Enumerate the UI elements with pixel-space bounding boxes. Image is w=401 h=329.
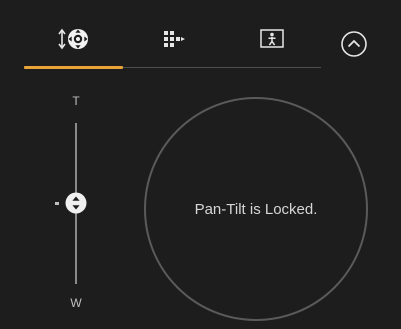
zoom-tele-label: T [72, 94, 80, 108]
active-tab-indicator [24, 66, 123, 69]
chevron-up-circle-icon [340, 31, 368, 62]
pan-tilt-status-text: Pan-Tilt is Locked. [194, 200, 318, 218]
tab-presets[interactable] [154, 22, 194, 56]
zoom-wide-label: W [70, 296, 82, 310]
zoom-center-marker [55, 202, 59, 205]
pan-tilt-target-icon [56, 26, 92, 52]
pan-tilt-pad[interactable]: Pan-Tilt is Locked. [144, 97, 368, 321]
zoom-slider-handle[interactable] [64, 191, 88, 215]
camera-control-panel: T W Pan-Tilt is Locked. [0, 0, 401, 329]
tab-pan-tilt[interactable] [52, 22, 96, 56]
collapse-button[interactable] [340, 30, 368, 58]
person-frame-icon [259, 28, 285, 50]
tab-framing[interactable] [252, 22, 292, 56]
preset-grid-icon [161, 29, 187, 49]
